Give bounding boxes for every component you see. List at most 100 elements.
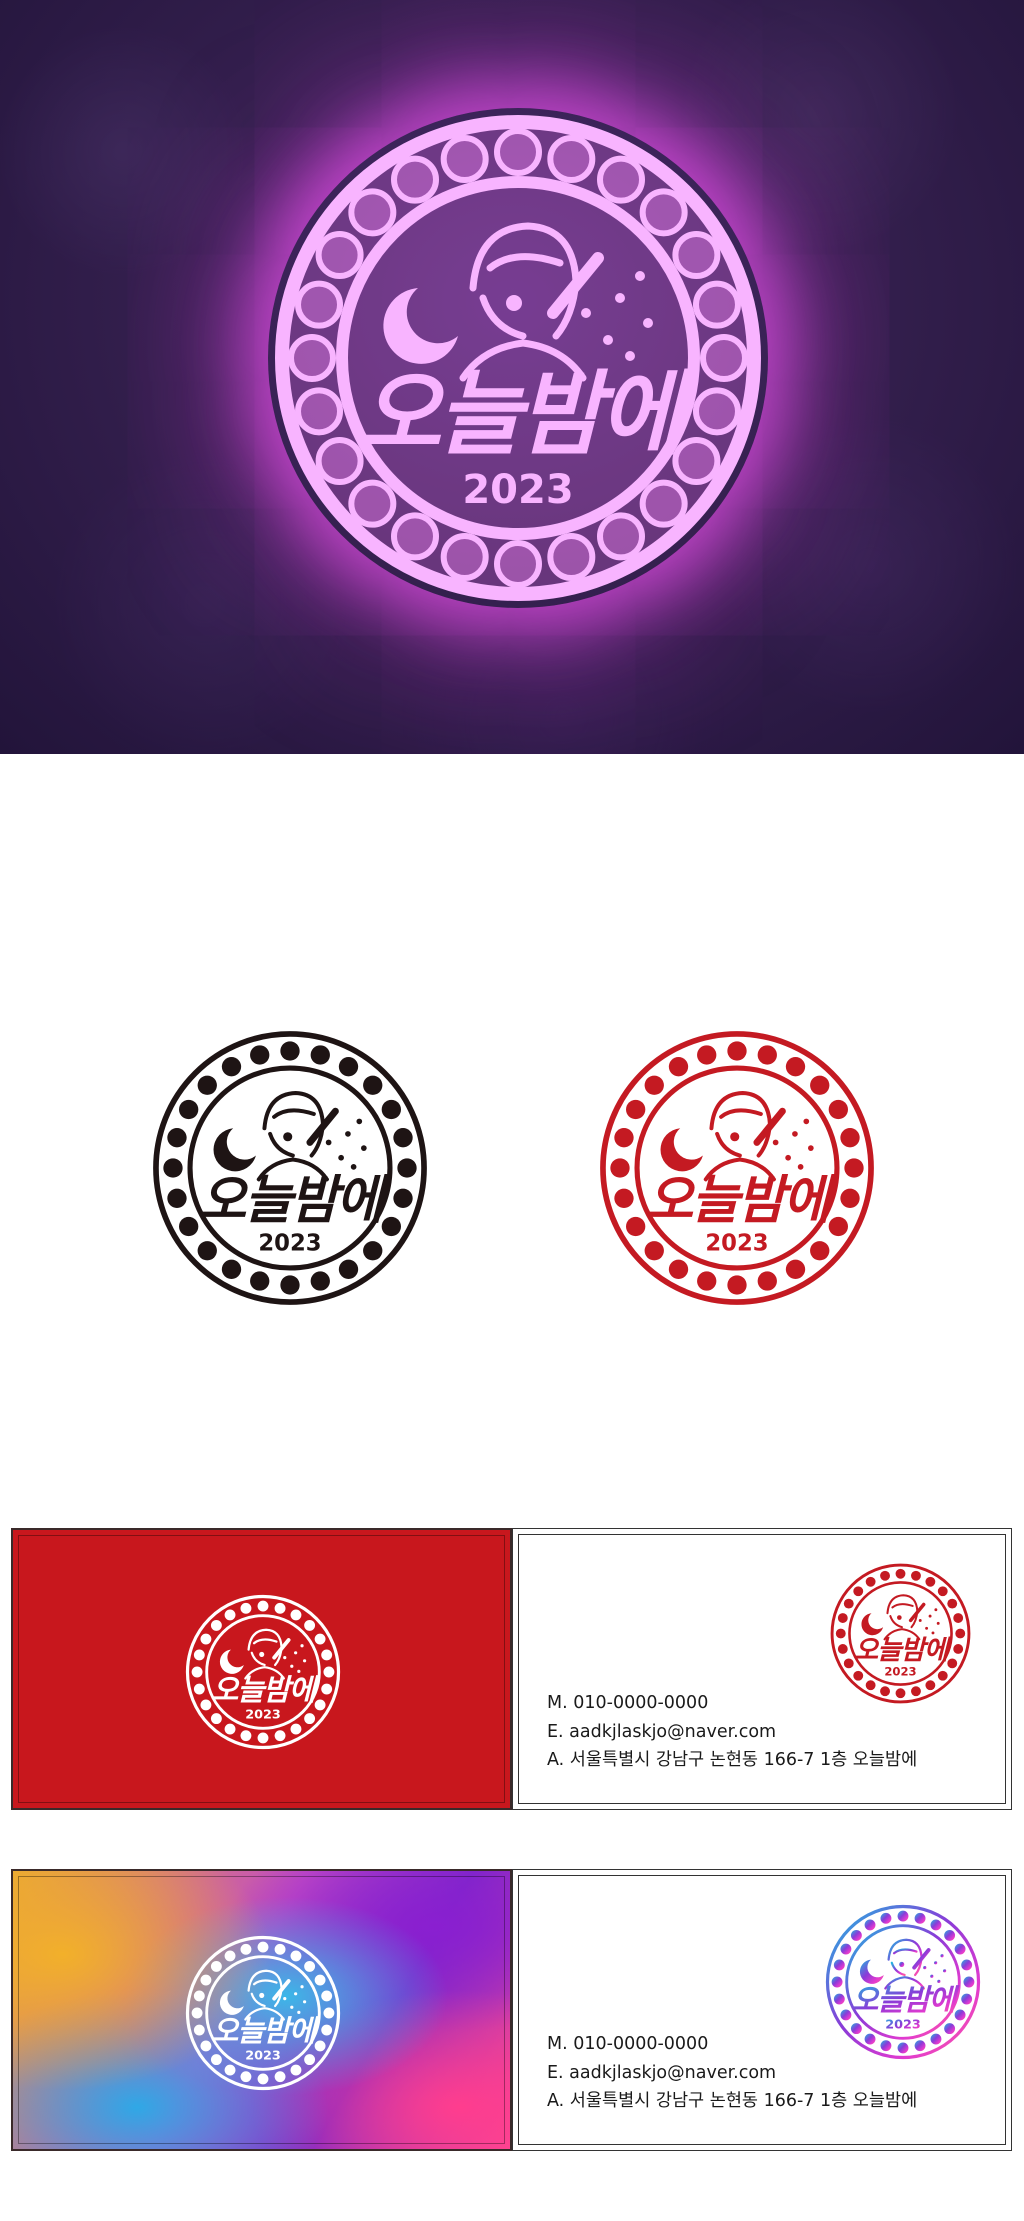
ring-dot xyxy=(363,1241,383,1261)
star-icon xyxy=(943,1969,947,1973)
ring-dot xyxy=(897,1910,909,1922)
star-icon xyxy=(643,318,653,328)
ring-dot xyxy=(494,128,542,176)
ring-dot xyxy=(597,155,645,204)
woman-illustration xyxy=(244,1969,291,2021)
ring-dot xyxy=(295,387,344,436)
ring-dot xyxy=(954,1943,966,1955)
ring-dot xyxy=(315,231,364,279)
neon-logo: 오늘밤에2023 xyxy=(275,115,761,601)
outer-ring xyxy=(185,1594,341,1750)
ring-dot xyxy=(895,1568,906,1579)
ring-dot xyxy=(440,532,489,581)
ring-dot xyxy=(955,1628,966,1639)
white-logo: 오늘밤에2023 xyxy=(185,1935,341,2091)
ring-dot xyxy=(828,1099,848,1120)
ring-dot xyxy=(280,1275,300,1295)
red-card-back: 오늘밤에 2023 M. 010-0000-0000 E. aadkjlaskjo… xyxy=(512,1528,1012,1810)
ring-dot xyxy=(614,1188,634,1208)
ring-dot xyxy=(700,334,748,382)
red-logo: 오늘밤에2023 xyxy=(600,1031,874,1305)
ring-dot xyxy=(240,1602,252,1614)
ring-dot xyxy=(639,479,688,528)
ring-dot xyxy=(944,2023,956,2035)
ring-dot xyxy=(304,1619,316,1631)
ring-dot xyxy=(810,1075,830,1095)
red-logo-small: 오늘밤에2023 xyxy=(830,1563,971,1704)
star-icon xyxy=(303,1659,307,1663)
star-icon xyxy=(325,1139,332,1146)
ring-dot xyxy=(853,1586,864,1597)
moon-icon xyxy=(859,1959,884,1984)
moon-icon xyxy=(219,1990,244,2015)
ring-dot xyxy=(785,1057,806,1077)
neon-sign-mockup: 오늘밤에 2023 xyxy=(0,0,1024,754)
red-card-front: 오늘밤에 2023 xyxy=(11,1528,512,1810)
ring-dot xyxy=(240,1943,252,1955)
brand-year: 2023 xyxy=(705,1230,768,1256)
ring-dot xyxy=(200,2040,212,2052)
ring-dot xyxy=(310,1045,330,1065)
ring-dot xyxy=(697,1271,717,1291)
star-icon xyxy=(300,1644,304,1648)
star-icon xyxy=(356,1118,363,1125)
ring-dot xyxy=(314,2040,326,2052)
outer-ring xyxy=(185,1935,341,2091)
ring-dot xyxy=(191,2007,203,2019)
star-icon xyxy=(361,1145,367,1151)
ring-dot xyxy=(163,1158,183,1178)
star-icon xyxy=(928,1614,932,1618)
ring-dot xyxy=(840,1128,860,1148)
contact-info: M. 010-0000-0000 E. aadkjlaskjo@naver.co… xyxy=(547,2030,917,2116)
ring-dot xyxy=(810,1241,830,1261)
moon-icon xyxy=(660,1128,703,1172)
ring-dot xyxy=(290,1723,302,1735)
ring-dot xyxy=(911,1570,921,1581)
ring-dot xyxy=(167,1128,187,1148)
ring-dot xyxy=(274,2071,286,2083)
ring-dot xyxy=(210,2054,222,2066)
contact-info: M. 010-0000-0000 E. aadkjlaskjo@naver.co… xyxy=(547,1689,917,1775)
ring-dot xyxy=(257,1600,269,1612)
ring-dot xyxy=(668,1259,689,1279)
gradient-card-front: 오늘밤에 2023 xyxy=(11,1869,512,2151)
ring-dot xyxy=(257,2073,269,2085)
ring-dot xyxy=(547,532,596,581)
star-icon xyxy=(930,1974,934,1978)
star-icon xyxy=(294,1651,298,1655)
ring-dot xyxy=(757,1045,777,1065)
ring-dot xyxy=(925,1576,936,1587)
ring-dot xyxy=(167,1188,187,1208)
ring-dot xyxy=(221,1057,242,1077)
ring-dot xyxy=(692,280,741,329)
ring-dot xyxy=(314,1633,326,1645)
woman-illustration xyxy=(883,1594,926,1641)
ring-dot xyxy=(639,188,688,237)
ring-dot xyxy=(937,1670,948,1681)
star-icon xyxy=(581,308,591,318)
ring-dot xyxy=(840,1943,852,1955)
ring-dot xyxy=(288,334,336,382)
ring-dot xyxy=(937,1586,948,1597)
outer-ring xyxy=(153,1031,427,1305)
ring-dot xyxy=(864,1919,876,1931)
ring-dot xyxy=(338,1057,359,1077)
brand-year: 2023 xyxy=(245,1707,281,1722)
phone-text: M. 010-0000-0000 xyxy=(547,2034,709,2054)
ring-dot xyxy=(837,1644,848,1654)
star-icon xyxy=(345,1131,351,1137)
ring-dot xyxy=(644,1241,664,1261)
star-icon xyxy=(603,335,613,345)
ring-dot xyxy=(323,1666,335,1678)
ring-dot xyxy=(310,1271,330,1291)
ring-dot xyxy=(240,1730,252,1742)
star-icon xyxy=(303,2000,307,2004)
ring-dot xyxy=(250,1271,270,1291)
ring-dot xyxy=(727,1275,747,1295)
ring-dot xyxy=(672,231,721,279)
star-icon xyxy=(934,1608,938,1612)
ring-dot xyxy=(338,1259,359,1279)
ring-dot xyxy=(295,280,344,329)
brand-name: 오늘밤에 xyxy=(854,1635,952,1666)
ring-dot xyxy=(930,2033,942,2045)
